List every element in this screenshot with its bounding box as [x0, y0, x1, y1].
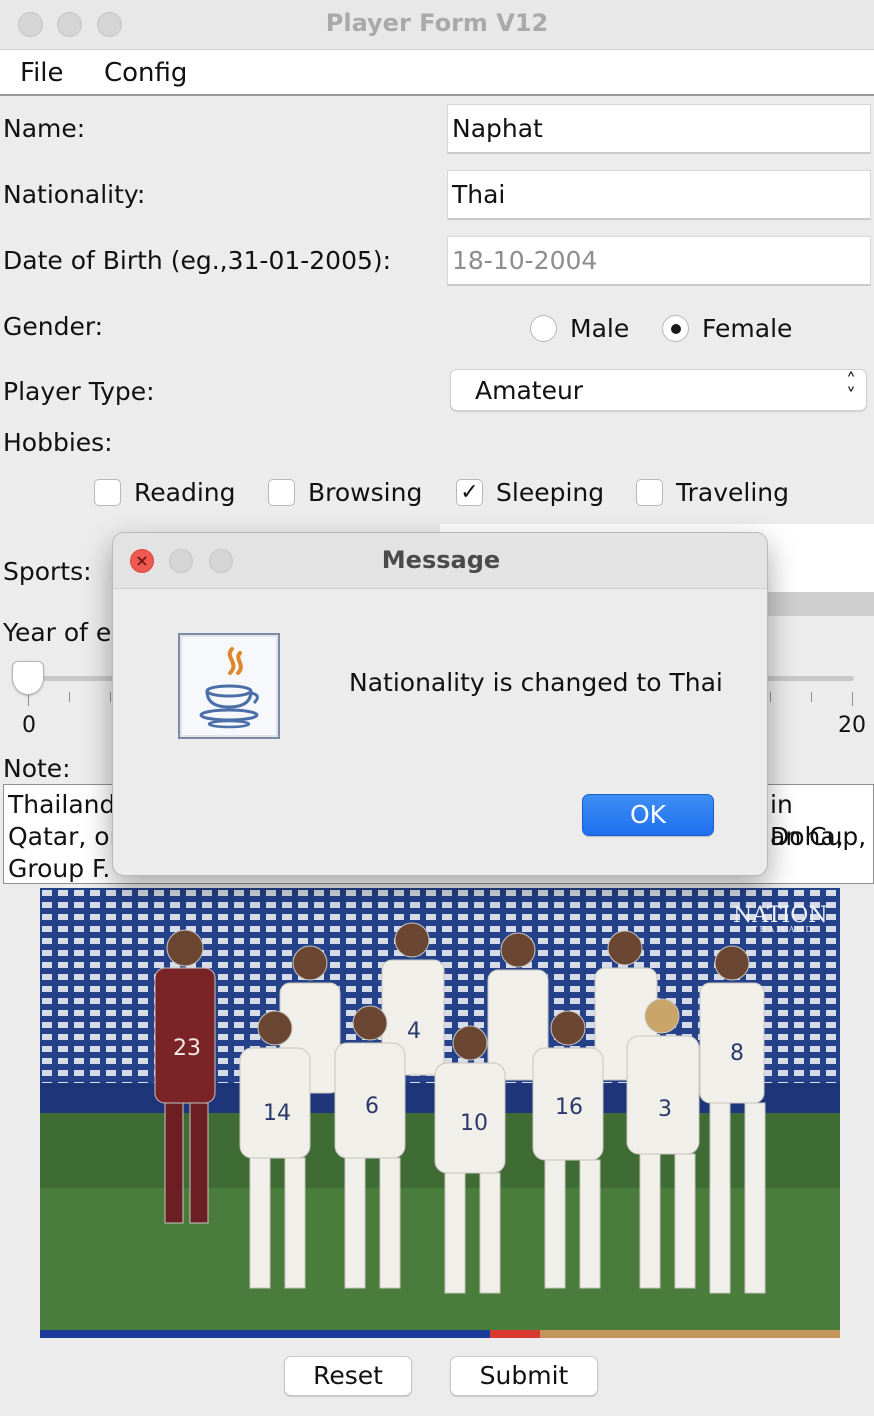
hobby-reading-label: Reading: [134, 478, 236, 507]
years-slider-thumb[interactable]: [12, 661, 44, 695]
radio-selected-dot: [671, 324, 681, 334]
svg-text:23: 23: [173, 1036, 201, 1061]
watermark-subtext: THAILAND: [752, 925, 814, 934]
player-type-label: Player Type:: [3, 377, 155, 406]
hobby-browsing-checkbox[interactable]: [268, 479, 295, 506]
hobby-sleeping-checkbox[interactable]: ✓: [456, 479, 483, 506]
dialog-titlebar: × Message: [113, 533, 767, 589]
svg-text:10: 10: [460, 1111, 488, 1136]
note-line-left-3: Group F.: [8, 854, 111, 883]
note-label: Note:: [3, 754, 71, 783]
slider-min-label: 0: [22, 713, 36, 738]
gender-male-radio[interactable]: [530, 315, 557, 342]
dialog-title: Message: [381, 546, 501, 574]
svg-text:6: 6: [365, 1094, 379, 1119]
hobby-sleeping-label: Sleeping: [496, 478, 605, 507]
java-coffee-icon: [178, 633, 280, 739]
team-photo: 23 14 6 10 16 3 8 4 NATION THAILAND: [40, 888, 840, 1338]
menu-file[interactable]: File: [20, 58, 64, 88]
slider-tick: [852, 692, 853, 706]
sports-label: Sports:: [3, 557, 92, 586]
slider-tick: [69, 692, 71, 702]
hobby-reading-checkbox[interactable]: [94, 479, 121, 506]
message-dialog: × Message Nationality is changed to Thai…: [112, 532, 768, 876]
ok-button[interactable]: OK: [582, 794, 714, 836]
note-line-left-2: Qatar, or: [8, 822, 120, 851]
player-type-value: Amateur: [475, 376, 584, 405]
window-titlebar: Player Form V12: [0, 0, 874, 50]
gender-male-label: Male: [570, 314, 630, 343]
svg-text:4: 4: [407, 1019, 421, 1044]
slider-tick: [810, 692, 812, 702]
years-label: Year of e: [3, 618, 112, 647]
gender-female-label: Female: [702, 314, 793, 343]
nationality-field[interactable]: Thai: [447, 170, 871, 220]
hobbies-label: Hobbies:: [3, 428, 113, 457]
hobby-browsing-label: Browsing: [308, 478, 423, 507]
slider-max-label: 20: [838, 713, 866, 738]
note-line-right-2: an Cup,: [770, 822, 867, 851]
name-field[interactable]: Naphat: [447, 104, 871, 154]
player-type-select[interactable]: Amateur ˄ ˅: [450, 369, 867, 411]
submit-button[interactable]: Submit: [450, 1356, 598, 1396]
svg-text:8: 8: [730, 1041, 744, 1066]
menu-bar: File Config: [0, 50, 874, 96]
svg-text:16: 16: [555, 1095, 583, 1120]
nationality-label: Nationality:: [3, 180, 146, 209]
reset-button[interactable]: Reset: [284, 1356, 412, 1396]
hobby-traveling-label: Traveling: [676, 478, 789, 507]
window-title: Player Form V12: [325, 9, 549, 37]
svg-text:3: 3: [658, 1097, 672, 1122]
menu-config[interactable]: Config: [104, 58, 187, 88]
gender-label: Gender:: [3, 312, 104, 341]
dob-field[interactable]: 18-10-2004: [447, 236, 871, 286]
note-line-left-1: Thailand: [8, 790, 116, 819]
dialog-message: Nationality is changed to Thai: [349, 668, 723, 697]
gender-female-radio[interactable]: [662, 315, 689, 342]
svg-text:14: 14: [263, 1101, 291, 1126]
slider-tick: [769, 692, 771, 702]
team-photo-image: 23 14 6 10 16 3 8 4 NATION THAILAND: [40, 888, 840, 1338]
hobby-traveling-checkbox[interactable]: [636, 479, 663, 506]
name-label: Name:: [3, 114, 86, 143]
dob-label: Date of Birth (eg.,31-01-2005):: [3, 246, 392, 275]
updown-chevron-icon: ˄ ˅: [846, 369, 856, 408]
checkmark-icon: ✓: [460, 480, 479, 505]
